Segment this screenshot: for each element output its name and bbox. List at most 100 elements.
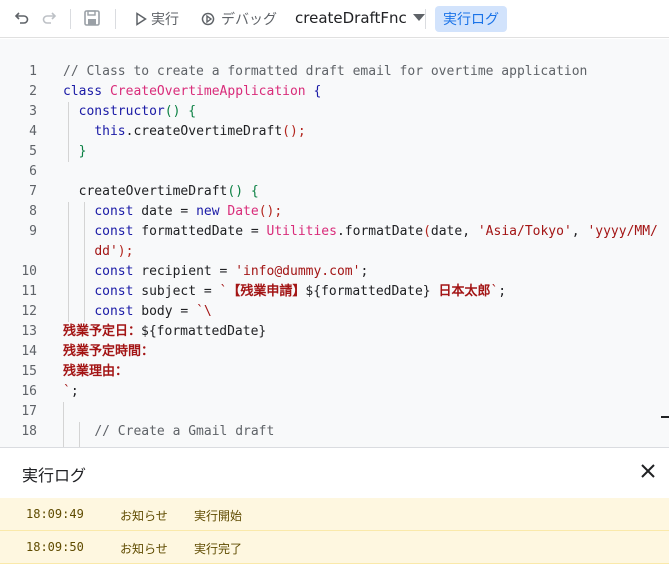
code-line[interactable]: 17: [0, 402, 669, 422]
save-icon[interactable]: [83, 9, 101, 27]
code-text: createOvertimeDraft() {: [63, 182, 259, 202]
function-name: createDraftFnc: [295, 9, 407, 27]
code-token: constructor: [78, 104, 165, 119]
code-text: 残業理由：: [63, 362, 128, 382]
close-icon[interactable]: [639, 462, 657, 480]
code-line[interactable]: 9 const formattedDate = Utilities.format…: [0, 222, 669, 242]
code-token: .formatDate: [336, 224, 424, 239]
line-number: 2: [29, 84, 37, 99]
execution-log-toggle[interactable]: 実行ログ: [435, 6, 507, 32]
code-text: const subject = `【残業申請】${formattedDate} …: [63, 282, 506, 302]
execution-log-toggle-label: 実行ログ: [443, 12, 499, 28]
code-line[interactable]: 12 const body = `\: [0, 302, 669, 322]
code-token: ();: [282, 124, 306, 139]
log-time: 18:09:49: [26, 507, 84, 521]
code-token: ,: [571, 224, 588, 239]
code-line[interactable]: 6: [0, 162, 669, 182]
line-number: 3: [29, 104, 37, 119]
code-line[interactable]: 18 // Create a Gmail draft: [0, 422, 669, 442]
log-entry: 18:09:49 お知らせ 実行開始: [0, 498, 669, 531]
indent-guide: [63, 402, 64, 447]
line-number: 10: [21, 264, 37, 279]
scrollbar-marker[interactable]: [661, 416, 669, 418]
code-token: createOvertimeDraft: [63, 184, 228, 199]
code-text: this.createOvertimeDraft();: [63, 122, 306, 142]
debug-button[interactable]: デバッグ: [200, 9, 277, 29]
code-text: 残業予定時間：: [63, 342, 154, 362]
code-text: }: [63, 142, 87, 162]
code-token: const: [94, 204, 134, 219]
code-text: 残業予定日：${formattedDate}: [63, 322, 266, 342]
code-line[interactable]: 4 this.createOvertimeDraft();: [0, 122, 669, 142]
function-select[interactable]: createDraftFnc: [295, 9, 425, 27]
code-token: 残業予定日：: [63, 324, 142, 339]
log-level: お知らせ: [120, 509, 168, 523]
line-number: 9: [29, 224, 37, 239]
dropdown-arrow-icon: [412, 14, 425, 21]
code-line[interactable]: 7 createOvertimeDraft() {: [0, 182, 669, 202]
redo-icon[interactable]: [40, 9, 58, 27]
code-line[interactable]: 14 残業予定時間：: [0, 342, 669, 362]
code-line[interactable]: 16 `;: [0, 382, 669, 402]
indent-guide: [68, 202, 69, 322]
code-token: const: [94, 264, 134, 279]
code-line[interactable]: 10 const recipient = 'info@dummy.com';: [0, 262, 669, 282]
line-number: 11: [21, 284, 37, 299]
code-text: // Class to create a formatted draft ema…: [63, 62, 587, 82]
code-token: 残業理由：: [63, 364, 129, 379]
play-icon: [136, 12, 147, 26]
code-token: 'Asia/Tokyo': [477, 224, 572, 239]
log-level: お知らせ: [120, 542, 168, 556]
code-text: dd');: [63, 242, 133, 262]
code-line[interactable]: 5 }: [0, 142, 669, 162]
code-token: (: [423, 224, 431, 239]
log-time: 18:09:50: [26, 540, 84, 554]
execution-log-title: 実行ログ: [22, 466, 87, 485]
debug-icon: [201, 12, 215, 26]
code-line[interactable]: 3 constructor() {: [0, 102, 669, 122]
code-token: subject =: [133, 284, 220, 299]
code-token: ();: [258, 204, 283, 219]
execution-log-panel: 実行ログ 18:09:49 お知らせ 実行開始 18:09:50 お知らせ 実行…: [0, 447, 669, 566]
code-token: 'yyyy/MM/: [587, 224, 658, 239]
code-token: const: [94, 224, 134, 239]
line-number: 8: [29, 204, 37, 219]
code-token: ;: [360, 264, 369, 279]
code-token: () {: [164, 104, 197, 119]
toolbar-divider: [70, 9, 71, 29]
line-number: 6: [29, 164, 37, 179]
undo-icon[interactable]: [13, 9, 31, 27]
run-label: 実行: [151, 12, 179, 28]
code-token: const: [94, 304, 134, 319]
code-line[interactable]: 13 残業予定日：${formattedDate}: [0, 322, 669, 342]
code-token: recipient =: [133, 264, 236, 279]
code-token: const: [94, 284, 134, 299]
line-number: 15: [21, 364, 37, 379]
line-number: 14: [21, 344, 37, 359]
line-number: 5: [29, 144, 37, 159]
code-text: constructor() {: [63, 102, 196, 122]
log-message: 実行開始: [194, 509, 243, 523]
line-number: 18: [21, 424, 37, 439]
code-line[interactable]: 11 const subject = `【残業申請】${formattedDat…: [0, 282, 669, 302]
code-token: date,: [430, 224, 478, 239]
log-entry: 18:09:50 お知らせ 実行完了: [0, 531, 669, 564]
code-editor[interactable]: 1 // Class to create a formatted draft em…: [0, 39, 669, 447]
code-text: const body = `\: [63, 302, 212, 322]
code-text: class CreateOvertimeApplication {: [63, 82, 321, 102]
line-number: 1: [29, 64, 37, 79]
log-message: 実行完了: [194, 542, 243, 556]
code-line[interactable]: 8 const date = new Date();: [0, 202, 669, 222]
indent-guide: [79, 422, 80, 447]
code-token: // Class to create a formatted draft ema…: [63, 64, 588, 79]
code-line[interactable]: 2 class CreateOvertimeApplication {: [0, 82, 669, 102]
code-token: 残業予定時間：: [63, 344, 155, 359]
code-text: const formattedDate = Utilities.formatDa…: [63, 222, 658, 242]
code-line[interactable]: 1 // Class to create a formatted draft em…: [0, 62, 669, 82]
code-line[interactable]: 15 残業理由：: [0, 362, 669, 382]
code-text: const date = new Date();: [63, 202, 282, 222]
code-token: `\: [196, 304, 212, 319]
code-token: CreateOvertimeApplication: [109, 84, 306, 99]
code-line[interactable]: dd');: [0, 242, 669, 262]
run-button[interactable]: 実行: [135, 9, 179, 29]
